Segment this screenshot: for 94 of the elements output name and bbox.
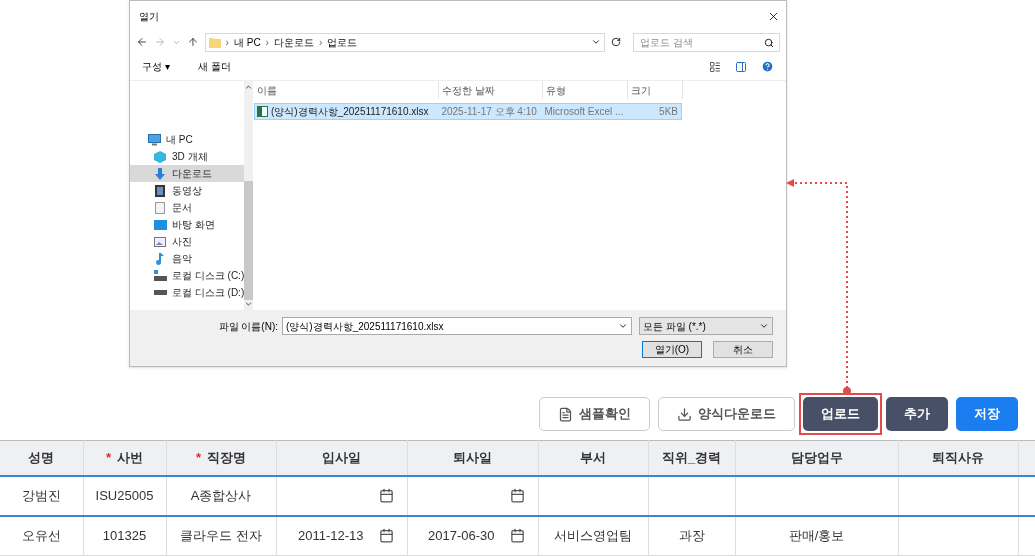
column-header[interactable]: 수정한 날짜: [439, 81, 543, 99]
column-header: * 사번: [83, 440, 166, 476]
table-cell-text: 과장: [677, 527, 706, 545]
search-field[interactable]: 업로드 검색: [633, 32, 780, 52]
film-icon: [155, 184, 165, 197]
action-button[interactable]: 저장: [956, 397, 1018, 431]
table-cell-text: 강범진: [20, 486, 62, 505]
scroll-thumb[interactable]: [244, 181, 254, 300]
nav-item[interactable]: 바탕 화면: [130, 216, 245, 233]
action-button[interactable]: 업로드: [803, 397, 878, 431]
scrollbar[interactable]: [244, 81, 254, 310]
drive-icon: [153, 270, 167, 281]
column-header: 부서: [538, 440, 648, 476]
open-button[interactable]: 열기(O): [642, 341, 702, 358]
drive-icon: [153, 290, 167, 295]
desktop-icon: [153, 219, 167, 230]
table-cell-text: 클라우드 전자: [179, 527, 263, 545]
breadcrumb-item[interactable]: 다운로드: [273, 34, 314, 50]
window-title: 열기: [139, 9, 159, 24]
table-cell-text: A종합상사: [189, 486, 253, 505]
calendar-icon[interactable]: [509, 528, 525, 544]
column-header: 입사일: [276, 440, 407, 476]
nav-item[interactable]: 로컬 디스크 (C:): [130, 267, 245, 284]
view-icon[interactable]: [709, 60, 721, 73]
nav-item[interactable]: 동영상: [130, 182, 245, 199]
help-icon[interactable]: [761, 60, 774, 73]
file-row[interactable]: (양식)경력사항_202511171610.xlsx 2025-11-17 오후 4:10 Microsoft Excel ... 5KB: [254, 103, 682, 120]
dropdown-icon[interactable]: [618, 321, 628, 331]
column-header[interactable]: 유형: [543, 81, 628, 99]
action-button[interactable]: 추가: [886, 397, 948, 431]
refresh-icon[interactable]: [611, 37, 621, 47]
column-header[interactable]: 크기: [628, 81, 683, 99]
column-header: 퇴직사유: [898, 440, 1018, 476]
chevron-separator: ›: [318, 35, 323, 50]
down-arrow-icon: [154, 167, 166, 180]
monitor-icon: [147, 133, 161, 146]
column-header: * 직장명: [166, 440, 276, 476]
calendar-icon[interactable]: [378, 528, 394, 544]
table-cell-text: 판매/홍보: [787, 527, 846, 545]
nav-item[interactable]: 3D 개체: [130, 148, 245, 165]
spreadsheet-icon: [257, 106, 268, 117]
folder-icon: [208, 36, 221, 48]
dropdown-icon[interactable]: [759, 321, 769, 331]
cube-icon: [154, 150, 166, 163]
date-value[interactable]: 2011-12-13: [297, 526, 364, 546]
file-type-select[interactable]: 모든 파일 (*.*): [639, 317, 773, 335]
required-mark: *: [105, 450, 112, 465]
breadcrumb-item[interactable]: 업로드: [327, 34, 358, 50]
file-type: Microsoft Excel ...: [543, 105, 625, 119]
table-cell-text: 오유선: [20, 527, 62, 545]
scroll-up-icon[interactable]: [244, 83, 254, 92]
date-value[interactable]: 2017-06-30: [428, 526, 495, 546]
table-cell-text: ISU25005: [94, 486, 155, 505]
file-date: 2025-11-17 오후 4:10: [440, 105, 538, 119]
dropdown-icon[interactable]: [591, 37, 602, 47]
download-icon: [677, 406, 692, 422]
nav-item[interactable]: 다운로드: [130, 165, 245, 182]
required-mark: *: [195, 450, 202, 465]
up-icon[interactable]: [186, 36, 199, 48]
breadcrumb-item[interactable]: 내 PC: [233, 34, 261, 50]
music-note-icon: [155, 252, 165, 265]
calendar-icon[interactable]: [509, 488, 525, 503]
search-icon: [764, 37, 774, 48]
column-header: 성명: [0, 440, 83, 476]
scroll-down-icon[interactable]: [244, 299, 254, 308]
chevron-separator: ›: [225, 35, 229, 50]
back-icon[interactable]: [136, 36, 148, 48]
nav-item[interactable]: 음악: [130, 250, 245, 267]
column-header: 퇴사일: [407, 440, 538, 476]
cancel-button[interactable]: 취소: [713, 341, 773, 358]
nav-item[interactable]: 사진: [130, 233, 245, 250]
address-bar[interactable]: › 내 PC › 다운로드 › 업로드: [204, 32, 606, 52]
column-header[interactable]: 이름: [254, 81, 439, 99]
table-cell-text: 101325: [101, 527, 148, 545]
file-size: 5KB: [658, 105, 679, 119]
nav-item[interactable]: 내 PC: [130, 131, 245, 148]
filename-field[interactable]: (양식)경력사항_202511171610.xlsx: [282, 317, 632, 335]
column-header: 직위_경력: [648, 440, 735, 476]
nav-item[interactable]: 문서: [130, 199, 245, 216]
nav-item[interactable]: 로컬 디스크 (D:): [130, 284, 245, 301]
table-cell-text: 서비스영업팀: [553, 527, 633, 545]
document-icon: [558, 406, 573, 422]
organize-menu[interactable]: 구성 ▾: [142, 59, 170, 74]
action-button[interactable]: 샘플확인: [539, 397, 650, 431]
filename-label: 파일 이름(N):: [218, 319, 278, 334]
calendar-icon[interactable]: [378, 488, 394, 503]
document-icon: [155, 201, 165, 214]
action-button[interactable]: 양식다운로드: [658, 397, 795, 431]
chevron-separator: ›: [265, 35, 269, 50]
file-name: (양식)경력사항_202511171610.xlsx: [271, 105, 429, 119]
preview-pane-icon[interactable]: [735, 60, 747, 73]
picture-icon: [154, 236, 166, 247]
new-folder-button[interactable]: 새 폴더: [197, 59, 231, 74]
column-header: 담당업무: [735, 440, 898, 476]
